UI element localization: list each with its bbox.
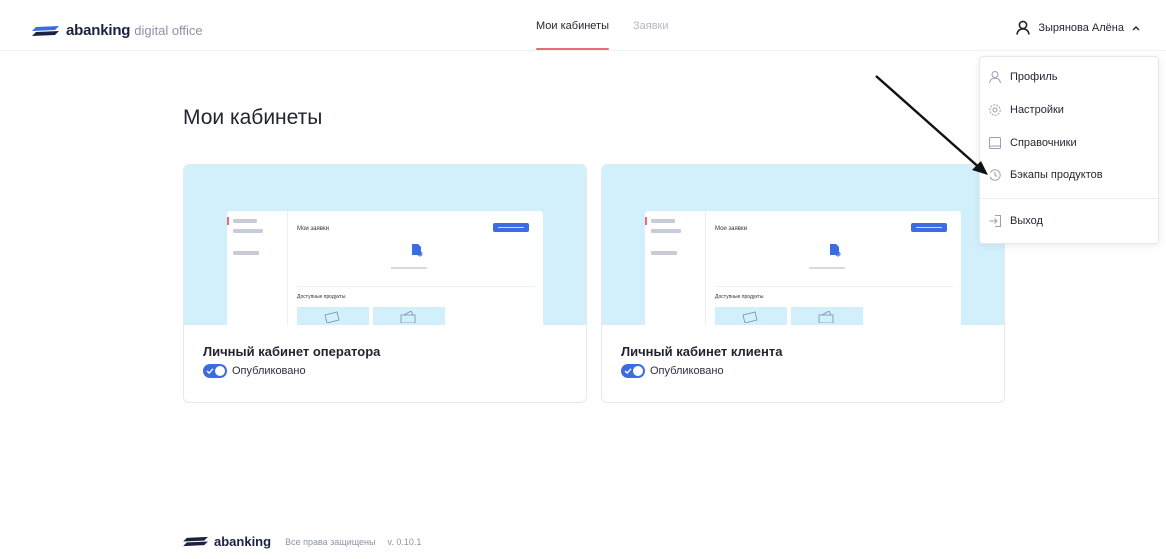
user-menu-toggle[interactable]: Зырянова Алёна: [1016, 20, 1140, 35]
check-icon: [206, 368, 214, 374]
menu-item-profile[interactable]: Профиль: [988, 66, 1150, 88]
preview-sidebar-accent: [227, 217, 229, 225]
card-preview-image: Мои заявки Доступные продукты: [184, 165, 586, 325]
preview-divider: [297, 286, 535, 287]
logout-icon: [989, 215, 1001, 227]
footer-version: v. 0.10.1: [387, 536, 422, 547]
main-nav: Мои кабинеты Заявки: [536, 10, 693, 50]
status-label: Опубликовано: [232, 365, 306, 377]
preview-main: Мои заявки Доступные продукты: [709, 211, 961, 325]
preview-new-request-button: [911, 223, 947, 232]
chevron-up-icon: [1132, 25, 1140, 30]
logo-subtitle: digital office: [134, 23, 203, 38]
menu-item-label: Справочники: [1010, 137, 1077, 149]
publish-status: Опубликовано: [203, 364, 306, 378]
preview-sidebar: [645, 211, 706, 325]
preview-empty-text: [391, 267, 427, 269]
wallet-illustration-icon: [400, 311, 416, 323]
user-dropdown-menu: Профиль Настройки Справочники Бэкапы про…: [979, 56, 1159, 244]
logo-mark-icon: [32, 25, 59, 36]
preview-sidebar-item: [233, 251, 259, 255]
preview-product-tile: [373, 307, 445, 325]
preview-sidebar-item: [651, 251, 677, 255]
preview-section-title: Доступные продукты: [715, 294, 764, 300]
preview-window: Мои заявки Доступные продукты: [227, 211, 543, 325]
menu-item-settings[interactable]: Настройки: [988, 99, 1150, 121]
cabinet-card-operator[interactable]: Мои заявки Доступные продукты Личный каб…: [183, 164, 587, 403]
preview-product-tile: [297, 307, 369, 325]
menu-item-label: Выход: [1010, 215, 1043, 227]
tab-requests[interactable]: Заявки: [633, 10, 669, 50]
page-title: Мои кабинеты: [183, 106, 323, 129]
cabinet-card-client[interactable]: Мои заявки Доступные продукты Личный каб…: [601, 164, 1005, 403]
preview-empty-text: [809, 267, 845, 269]
gear-icon: [989, 104, 1001, 116]
menu-item-product-backups[interactable]: Бэкапы продуктов: [988, 164, 1150, 186]
page-footer: abanking Все права защищены v. 0.10.1: [183, 534, 421, 549]
document-search-icon: [830, 244, 841, 257]
preview-divider: [715, 286, 953, 287]
menu-divider: [980, 198, 1158, 199]
preview-sidebar-accent: [645, 217, 647, 225]
top-header: abanking digital office Мои кабинеты Зая…: [0, 10, 1166, 51]
toggle-knob: [215, 366, 225, 376]
preview-sidebar-item: [651, 219, 675, 223]
menu-item-label: Настройки: [1010, 104, 1064, 116]
publish-toggle[interactable]: [621, 364, 645, 378]
publish-toggle[interactable]: [203, 364, 227, 378]
preview-sidebar-item: [651, 229, 681, 233]
history-icon: [989, 169, 1001, 181]
card-title: Личный кабинет клиента: [621, 344, 783, 359]
preview-product-tile: [715, 307, 787, 325]
app-logo[interactable]: abanking digital office: [32, 22, 203, 39]
card-illustration-icon: [742, 311, 758, 323]
wallet-illustration-icon: [818, 311, 834, 323]
user-name: Зырянова Алёна: [1038, 21, 1124, 34]
footer-rights: Все права защищены: [285, 536, 376, 547]
user-icon: [989, 71, 1001, 84]
preview-heading: Мои заявки: [715, 226, 747, 232]
toggle-knob: [633, 366, 643, 376]
status-label: Опубликовано: [650, 365, 724, 377]
card-illustration-icon: [324, 311, 340, 323]
check-icon: [624, 368, 632, 374]
preview-main: Мои заявки Доступные продукты: [291, 211, 543, 325]
preview-sidebar-item: [233, 229, 263, 233]
preview-sidebar-item: [233, 219, 257, 223]
menu-item-logout[interactable]: Выход: [988, 210, 1150, 232]
preview-window: Мои заявки Доступные продукты: [645, 211, 961, 325]
menu-item-label: Бэкапы продуктов: [1010, 169, 1103, 181]
preview-new-request-button: [493, 223, 529, 232]
logo-mark-icon: [183, 536, 208, 547]
menu-item-directories[interactable]: Справочники: [988, 132, 1150, 154]
preview-section-title: Доступные продукты: [297, 294, 346, 300]
logo-brand-text: abanking: [66, 22, 131, 39]
preview-heading: Мои заявки: [297, 226, 329, 232]
preview-product-tile: [791, 307, 863, 325]
tab-my-cabinets[interactable]: Мои кабинеты: [536, 10, 609, 50]
card-title: Личный кабинет оператора: [203, 344, 381, 359]
publish-status: Опубликовано: [621, 364, 724, 378]
book-icon: [989, 137, 1001, 149]
document-search-icon: [412, 244, 423, 257]
preview-sidebar: [227, 211, 288, 325]
menu-item-label: Профиль: [1010, 71, 1058, 83]
footer-brand: abanking: [214, 534, 272, 549]
card-preview-image: Мои заявки Доступные продукты: [602, 165, 1004, 325]
user-icon: [1016, 20, 1031, 35]
